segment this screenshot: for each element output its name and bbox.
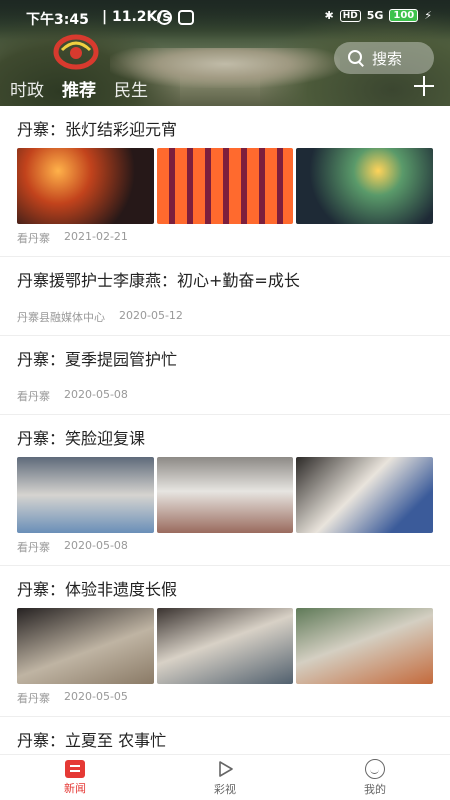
article-images [17,608,434,684]
article-meta: 看丹寨 2020-05-08 [17,372,433,414]
article-thumbnail [17,457,154,533]
article-title: 丹寨：笑脸迎复课 [17,429,146,448]
charging-icon: ⚡ [424,9,432,22]
article-meta: 看丹寨 2020-05-08 [17,533,433,565]
article-title: 丹寨：体验非遗度长假 [17,580,178,599]
article-thumbnail [17,608,154,684]
hd-icon: HD [339,9,361,22]
article-title: 丹寨援鄂护士李康燕：初心+勤奋=成长 [17,271,300,290]
article-meta: 丹寨县融媒体中心 2020-05-12 [17,293,433,335]
list-item[interactable]: 丹寨：体验非遗度长假 看丹寨 2020-05-05 [0,566,450,717]
article-images [17,148,434,224]
article-date: 2020-05-12 [119,309,183,322]
news-icon [65,759,85,778]
article-source: 看丹寨 [17,390,50,403]
add-channel-icon[interactable] [414,76,434,96]
article-thumbnail [296,608,434,684]
article-date: 2021-02-21 [64,230,128,243]
article-thumbnail [156,457,294,533]
alarm-icon [157,10,172,25]
status-bar: 下午3:45 | 11.2K/s ✱ HD 5G 100 ⚡ [0,0,450,34]
list-item[interactable]: 丹寨：立夏至 农事忙 [0,717,450,754]
article-meta: 看丹寨 2021-02-21 [17,224,433,256]
article-source: 看丹寨 [17,232,50,245]
status-time: 下午3:45 [26,12,89,28]
article-date: 2020-05-08 [64,388,128,401]
search-label: 搜索 [372,49,403,68]
tab-tuijian[interactable]: 推荐 [62,76,96,105]
nav-mine[interactable]: 我的 [300,755,450,800]
nav-mine-label: 我的 [364,782,386,796]
article-source: 看丹寨 [17,692,50,705]
article-meta: 看丹寨 2020-05-05 [17,684,433,716]
channel-tabs: 时政 推荐 民生 [10,76,148,105]
list-item[interactable]: 丹寨：笑脸迎复课 看丹寨 2020-05-08 [0,415,450,566]
article-title: 丹寨：张灯结彩迎元宵 [17,120,178,139]
signal-icon: 5G [366,9,384,22]
article-date: 2020-05-08 [64,539,128,552]
app-notification-icon [178,10,194,25]
news-feed[interactable]: 丹寨：张灯结彩迎元宵 看丹寨 2021-02-21 丹寨援鄂护士李康燕：初心+勤… [0,106,450,754]
list-item[interactable]: 丹寨：夏季提园管护忙 看丹寨 2020-05-08 [0,336,450,415]
article-images [17,457,434,533]
app-logo-icon [53,34,99,70]
article-title: 丹寨：夏季提园管护忙 [17,350,178,369]
nav-video-label: 彩视 [214,782,236,796]
article-thumbnail [156,608,294,684]
nav-news-label: 新闻 [64,781,86,795]
play-icon [219,760,233,777]
bluetooth-icon: ✱ [324,9,334,22]
bottom-nav: 新闻 彩视 我的 [0,754,450,800]
nav-news[interactable]: 新闻 [0,755,150,800]
article-date: 2020-05-05 [64,690,128,703]
article-thumbnail [296,457,434,533]
list-item[interactable]: 丹寨：张灯结彩迎元宵 看丹寨 2021-02-21 [0,106,450,257]
list-item[interactable]: 丹寨援鄂护士李康燕：初心+勤奋=成长 丹寨县融媒体中心 2020-05-12 [0,257,450,336]
tab-shizheng[interactable]: 时政 [10,76,44,105]
article-thumbnail [296,148,434,224]
article-thumbnail [156,148,294,224]
tab-minsheng[interactable]: 民生 [114,76,148,105]
user-icon [365,758,385,779]
battery-icon: 100 [389,9,419,22]
nav-video[interactable]: 彩视 [150,755,300,800]
article-source: 丹寨县融媒体中心 [17,311,105,324]
status-right: ✱ HD 5G 100 ⚡ [324,9,432,22]
search-button[interactable]: 搜索 [334,42,434,74]
article-thumbnail [17,148,154,224]
search-icon [348,50,364,66]
article-title: 丹寨：立夏至 农事忙 [17,731,167,750]
article-source: 看丹寨 [17,541,50,554]
header-banner: 下午3:45 | 11.2K/s ✱ HD 5G 100 ⚡ 搜索 时政 推荐 … [0,0,450,106]
